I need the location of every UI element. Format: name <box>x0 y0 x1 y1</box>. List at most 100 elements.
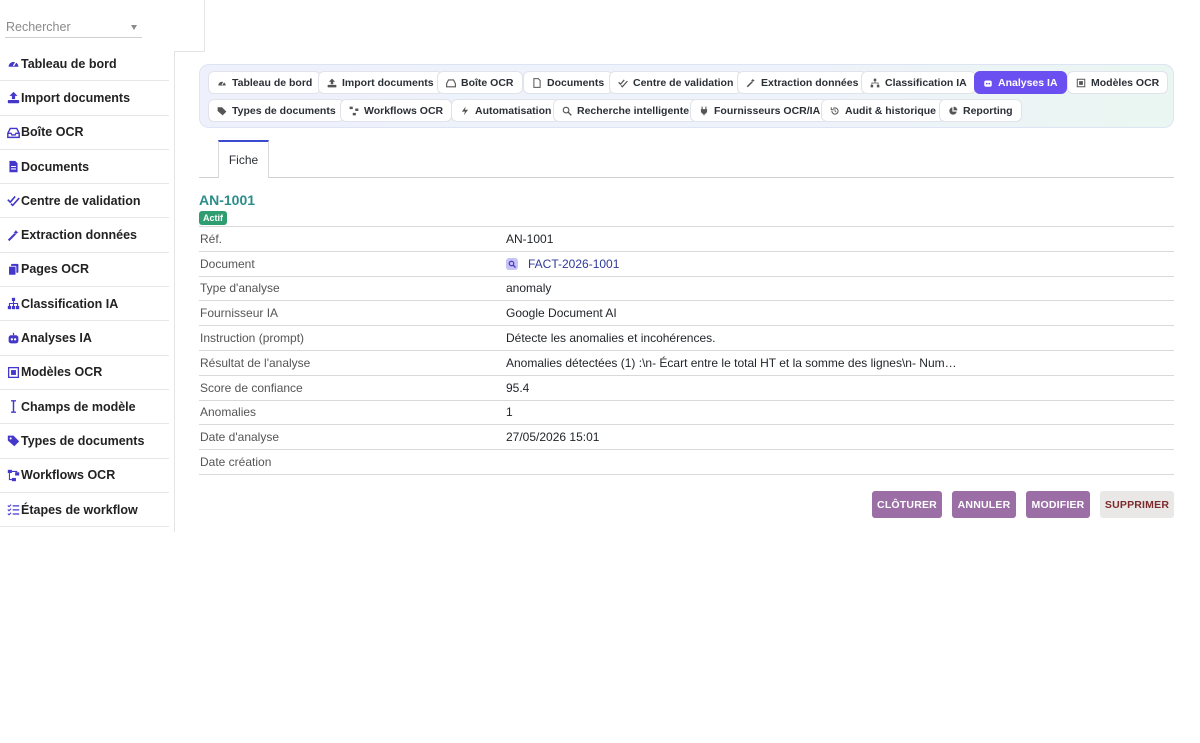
pie-chart-icon <box>949 106 958 115</box>
detail-value: anomaly <box>506 281 552 296</box>
sidebar-item-extraction-donnees[interactable]: Extraction données <box>0 218 169 253</box>
gauge-icon <box>218 80 226 85</box>
tab-automatisation[interactable]: Automatisation <box>451 99 561 122</box>
tab-audit-historique[interactable]: Audit & historique <box>821 99 945 122</box>
sidebar-item-import-documents[interactable]: Import documents <box>0 81 169 116</box>
sidebar-item-label: Types de documents <box>21 433 145 448</box>
magic-wand-icon <box>5 227 21 243</box>
document-link[interactable]: FACT-2026-1001 <box>506 257 619 271</box>
topnav-label: Extraction données <box>761 76 859 89</box>
cancel-button[interactable]: ANNULER <box>952 491 1016 518</box>
sidebar-item-classification-ia[interactable]: Classification IA <box>0 287 169 322</box>
object-group-icon <box>5 364 21 380</box>
page-title: AN-1001 <box>199 192 256 208</box>
topnav-label: Automatisation <box>475 104 552 117</box>
sidebar-item-analyses-ia[interactable]: Analyses IA <box>0 321 169 356</box>
tab-fournisseurs-ocr-ia[interactable]: Fournisseurs OCR/IA <box>690 99 830 122</box>
sidebar-item-workflows-ocr[interactable]: Workflows OCR <box>0 459 169 493</box>
check-double-icon <box>5 193 21 209</box>
detail-value: Google Document AI <box>506 306 617 321</box>
topnav-label: Import documents <box>342 76 434 89</box>
topnav-label: Modèles OCR <box>1091 76 1160 89</box>
tab-documents[interactable]: Documents <box>523 71 614 94</box>
tab-reporting[interactable]: Reporting <box>939 99 1022 122</box>
search-icon <box>562 106 572 116</box>
tab-boite-ocr[interactable]: Boîte OCR <box>437 71 523 94</box>
edit-button[interactable]: MODIFIER <box>1026 491 1090 518</box>
topnav-label: Centre de validation <box>633 76 734 89</box>
sidebar-item-label: Extraction données <box>21 228 137 243</box>
detail-row-resultat: Résultat de l'analyse Anomalies détectées… <box>199 351 1174 376</box>
tab-extraction-donnees[interactable]: Extraction données <box>737 71 868 94</box>
tab-workflows-ocr[interactable]: Workflows OCR <box>340 99 453 122</box>
history-icon <box>830 106 839 115</box>
upload-icon <box>5 90 21 106</box>
detail-value: AN-1001 <box>506 231 554 246</box>
detail-label: Score de confiance <box>200 380 303 395</box>
detail-row-type-analyse: Type d'analyse anomaly <box>199 277 1174 302</box>
tab-classification-ia[interactable]: Classification IA <box>861 71 976 94</box>
detail-label: Date d'analyse <box>200 430 280 445</box>
tags-icon <box>217 106 227 115</box>
detail-label: Anomalies <box>200 405 257 420</box>
topnav-label: Analyses IA <box>998 76 1058 89</box>
tab-import-documents[interactable]: Import documents <box>318 71 443 94</box>
file-icon <box>533 77 541 88</box>
detail-value: Détecte les anomalies et incohérences. <box>506 331 716 346</box>
detail-value: Anomalies détectées (1) :\n- Écart entre… <box>506 355 957 370</box>
sidebar-item-label: Documents <box>21 159 90 174</box>
document-link-text: FACT-2026-1001 <box>528 256 620 271</box>
close-record-button[interactable]: CLÔTURER <box>872 491 942 518</box>
tab-bar: Fiche <box>199 140 1174 178</box>
document-search-icon <box>506 257 518 270</box>
detail-label: Document <box>200 256 255 271</box>
sidebar-item-label: Workflows OCR <box>21 468 116 483</box>
i-cursor-icon <box>5 399 21 415</box>
search-dropdown-panel <box>174 0 205 52</box>
diagram-icon <box>349 106 359 115</box>
tab-recherche-intelligente[interactable]: Recherche intelligente <box>553 99 699 122</box>
magic-wand-icon <box>746 78 755 87</box>
sidebar-item-types-de-documents[interactable]: Types de documents <box>0 424 169 459</box>
topnav-label: Types de documents <box>232 104 336 117</box>
sidebar-item-champs-de-modele[interactable]: Champs de modèle <box>0 390 169 425</box>
sidebar-item-etapes-de-workflow[interactable]: Étapes de workflow <box>0 493 169 528</box>
plug-icon <box>700 106 708 115</box>
tab-modeles-ocr[interactable]: Modèles OCR <box>1067 71 1169 94</box>
list-check-icon <box>5 502 21 518</box>
detail-label: Type d'analyse <box>200 281 280 296</box>
topnav-label: Tableau de bord <box>232 76 313 89</box>
detail-value: 1 <box>506 405 513 420</box>
sidebar-item-centre-de-validation[interactable]: Centre de validation <box>0 184 169 219</box>
sitemap-icon <box>5 296 21 312</box>
delete-button[interactable]: SUPPRIMER <box>1100 491 1174 518</box>
topnav-label: Workflows OCR <box>364 104 444 117</box>
sidebar-item-modeles-ocr[interactable]: Modèles OCR <box>0 356 169 390</box>
sidebar-item-label: Import documents <box>21 90 131 105</box>
details-table: Réf. AN-1001 Document FACT-2026-1001 Type … <box>199 226 1174 475</box>
tab-tableau-de-bord[interactable]: Tableau de bord <box>208 71 322 94</box>
tab-analyses-ia[interactable]: Analyses IA <box>974 71 1067 94</box>
tab-types-de-documents[interactable]: Types de documents <box>208 99 345 122</box>
file-icon <box>5 159 21 175</box>
tab-centre-de-validation[interactable]: Centre de validation <box>609 71 743 94</box>
search-input[interactable] <box>5 18 123 36</box>
sidebar-item-label: Centre de validation <box>21 193 141 208</box>
search-box <box>5 18 142 38</box>
sidebar-item-boite-ocr[interactable]: Boîte OCR <box>0 116 169 150</box>
status-badge: Actif <box>199 211 227 225</box>
diagram-icon <box>5 467 21 483</box>
sidebar-item-pages-ocr[interactable]: Pages OCR <box>0 253 169 288</box>
detail-label: Fournisseur IA <box>200 306 279 321</box>
sidebar-item-label: Boîte OCR <box>21 125 84 140</box>
detail-value: 95.4 <box>506 380 530 395</box>
sitemap-icon <box>870 78 880 87</box>
sidebar-item-tableau-de-bord[interactable]: Tableau de bord <box>0 47 169 82</box>
sidebar-item-documents[interactable]: Documents <box>0 150 169 185</box>
tab-fiche[interactable]: Fiche <box>218 140 269 178</box>
topnav-label: Fournisseurs OCR/IA <box>714 104 821 117</box>
chevron-down-icon[interactable] <box>131 25 137 30</box>
sidebar: Tableau de bord Import documents Boîte O… <box>0 0 175 532</box>
topnav-label: Audit & historique <box>845 104 936 117</box>
detail-label: Date création <box>200 455 272 470</box>
